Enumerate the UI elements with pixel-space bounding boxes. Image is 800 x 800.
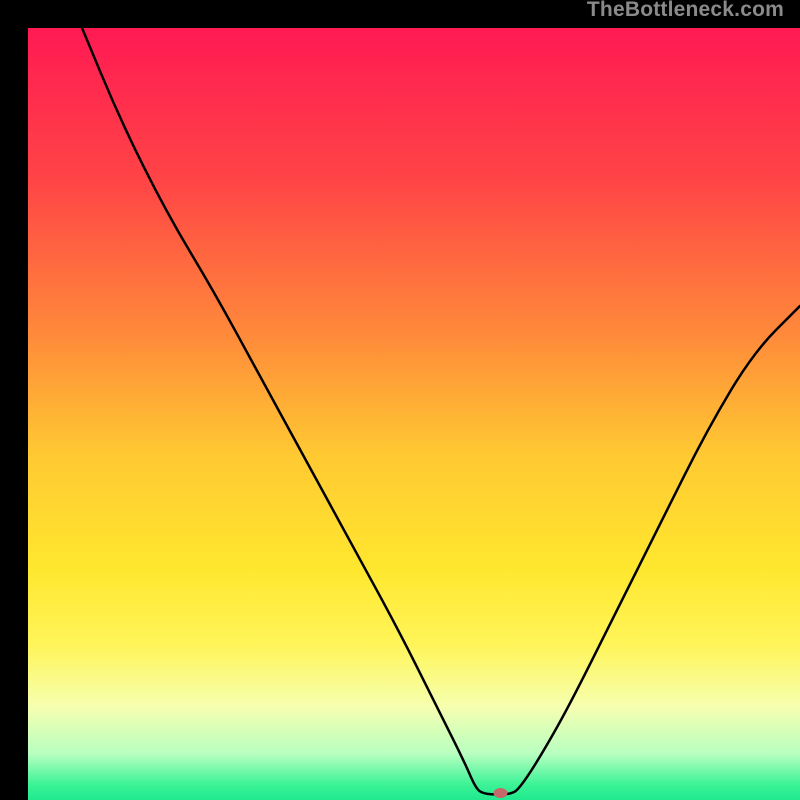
watermark-text: TheBottleneck.com xyxy=(587,0,784,22)
bottleneck-chart xyxy=(28,28,800,800)
target-marker xyxy=(493,788,507,798)
chart-frame xyxy=(14,14,786,786)
gradient-background xyxy=(28,28,800,800)
